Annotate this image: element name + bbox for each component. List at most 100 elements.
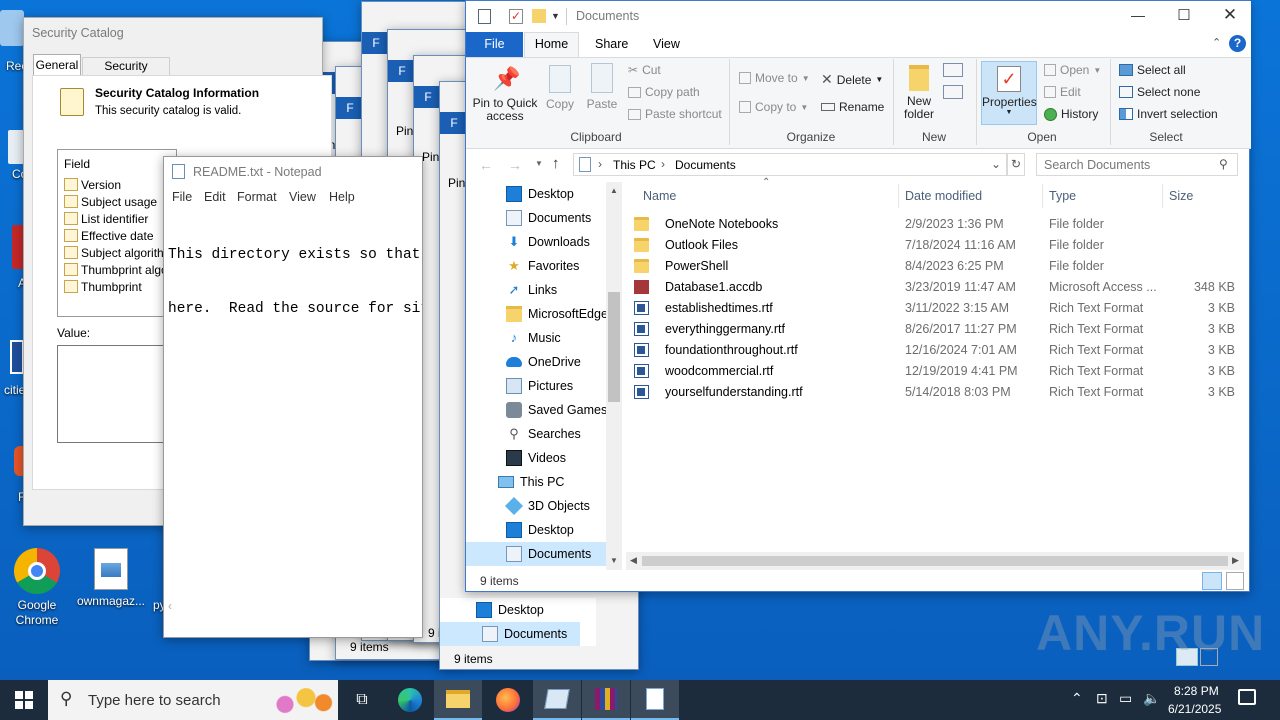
explorer-window[interactable]: ✓ ▼ Documents — ☐ ✕ File Home Share View… [465,0,1251,592]
network-status-icon[interactable]: ▭ [1119,690,1132,707]
tab-share[interactable]: Share [595,37,628,51]
file-tab[interactable]: F [362,32,390,54]
field-row[interactable]: Subject algorithm [64,244,174,261]
move-to-button[interactable]: Move to ▼ [739,71,810,85]
help-icon[interactable]: ? [1229,35,1246,52]
file-explorer-taskbar-button[interactable] [434,680,482,720]
history-button[interactable]: History [1044,107,1098,121]
close-button[interactable]: ✕ [1215,5,1245,25]
nav-scrollbar[interactable]: ▲ ▼ [606,182,622,570]
properties-qat-icon[interactable] [478,9,491,24]
field-row[interactable]: Effective date [64,227,154,244]
file-row[interactable]: foundationthroughout.rtf 12/16/2024 7:01 … [626,340,1246,361]
field-row[interactable]: List identifier [64,210,148,227]
nav-item-microsoftedge[interactable]: MicrosoftEdge [466,302,608,326]
navigation-pane[interactable]: Desktop Documents ⬇ Downloads ★ Favorites ➚ Lin… [466,182,622,570]
field-row[interactable]: Thumbprint [64,278,142,295]
copy-path-button[interactable]: Copy path [628,85,700,99]
nav-item-desktop[interactable]: Desktop [476,598,616,622]
nav-item-desktop[interactable]: Desktop [466,518,606,542]
up-button[interactable]: ↑ [552,155,560,172]
network-icon[interactable]: ⊡ [1096,690,1108,707]
nav-item-documents[interactable]: Documents [440,622,580,646]
file-tab[interactable]: F [336,97,364,119]
file-row[interactable]: woodcommercial.rtf 12/19/2019 4:41 PM Rich… [626,361,1246,382]
properties-button[interactable]: ✓ Properties ▼ [981,61,1037,125]
chevron-down-icon[interactable]: ▼ [551,11,560,21]
column-header-type[interactable]: Type [1049,189,1076,203]
column-header-date[interactable]: Date modified [905,189,982,203]
nav-item-searches[interactable]: ⚲ Searches [466,422,606,446]
maximize-button[interactable]: ☐ [1169,6,1199,26]
paste-button[interactable]: Paste [584,63,620,111]
refresh-button[interactable]: ↻ [1007,153,1025,176]
file-tab[interactable]: F [440,112,468,134]
rename-button[interactable]: Rename [821,100,884,114]
menu-file[interactable]: File [172,190,192,204]
nav-item-documents[interactable]: Documents [466,206,606,230]
tab-file[interactable]: File [466,32,523,57]
folder-qat-icon[interactable] [532,9,546,23]
menu-edit[interactable]: Edit [204,190,226,204]
nav-item-links[interactable]: ➚ Links [466,278,606,302]
certificate-taskbar-button[interactable] [533,680,581,720]
file-row[interactable]: establishedtimes.rtf 3/11/2022 3:15 AM Ric… [626,298,1246,319]
easy-access-icon[interactable] [943,85,963,99]
menu-format[interactable]: Format [237,190,277,204]
taskbar-search-box[interactable]: ⚲ Type here to search [48,680,338,720]
nav-item-3d-objects[interactable]: 3D Objects [466,494,606,518]
desktop-icon-partial-2[interactable] [8,130,24,164]
nav-item-desktop[interactable]: Desktop [466,182,606,206]
breadcrumb-documents[interactable]: Documents [675,158,736,172]
file-tab[interactable]: F [388,60,416,82]
nav-item-favorites[interactable]: ★ Favorites [466,254,606,278]
file-row[interactable]: PowerShell 8/4/2023 6:25 PM File folder [626,256,1246,277]
tab-view[interactable]: View [653,37,680,51]
field-row[interactable]: Subject usage [64,193,157,210]
cut-button[interactable]: ✂ Cut [628,63,661,77]
nav-item-onedrive[interactable]: OneDrive [466,350,606,374]
scroll-left-arrow[interactable]: ‹ [168,599,172,613]
search-input[interactable]: Search Documents ⚲ [1036,153,1238,176]
winrar-taskbar-button[interactable] [582,680,630,720]
menu-help[interactable]: Help [329,190,355,204]
start-button[interactable] [0,680,48,720]
tab-home[interactable]: Home [524,32,579,58]
desktop-icon-chrome[interactable]: Google Chrome [2,548,72,628]
field-row[interactable]: Thumbprint algorit [64,261,178,278]
firefox-taskbar-button[interactable] [484,680,532,720]
paste-shortcut-button[interactable]: Paste shortcut [628,107,722,121]
nav-item-videos[interactable]: Videos [466,446,606,470]
desktop-icon-ownmagaz[interactable]: ownmagaz... [76,548,146,609]
nav-item-documents[interactable]: Documents [466,542,606,566]
nav-item-saved-games[interactable]: Saved Games [466,398,607,422]
column-header-name[interactable]: Name [643,189,676,203]
large-icons-view-button[interactable] [1226,572,1244,590]
horizontal-scrollbar-thumb[interactable] [642,556,1228,566]
chevron-up-icon[interactable]: ⌃ [1212,36,1221,49]
copy-to-button[interactable]: Copy to ▼ [739,100,808,114]
address-bar[interactable]: › This PC › Documents ⌄ [573,153,1007,176]
nav-item-this-pc[interactable]: This PC [466,470,606,494]
select-all-button[interactable]: Select all [1119,63,1186,77]
file-row[interactable]: everythinggermany.rtf 8/26/2017 11:27 PM R… [626,319,1246,340]
clock-time[interactable]: 8:28 PM [1174,684,1219,698]
select-none-button[interactable]: Select none [1119,85,1200,99]
minimize-button[interactable]: — [1123,7,1153,27]
forward-button[interactable]: → [508,157,522,173]
new-item-icon[interactable] [943,63,963,77]
breadcrumb-this-pc[interactable]: This PC [613,158,656,172]
notepad-taskbar-button[interactable] [631,680,679,720]
file-tab[interactable]: F [414,86,442,108]
tab-general[interactable]: General [33,54,81,76]
new-folder-button[interactable]: New folder [899,65,939,121]
horizontal-scrollbar[interactable]: ◀ ▶ [626,552,1244,570]
desktop-icon-partial-4[interactable] [10,340,24,374]
file-row[interactable]: OneNote Notebooks 2/9/2023 1:36 PM File fo… [626,214,1246,235]
address-dropdown[interactable]: ⌄ [991,157,1001,171]
volume-icon[interactable]: 🔈 [1143,690,1160,707]
field-row[interactable]: Version [64,176,121,193]
column-header-size[interactable]: Size [1169,189,1193,203]
edge-taskbar-button[interactable] [386,680,434,720]
tab-security-catalog[interactable]: Security Catalog [82,57,170,90]
